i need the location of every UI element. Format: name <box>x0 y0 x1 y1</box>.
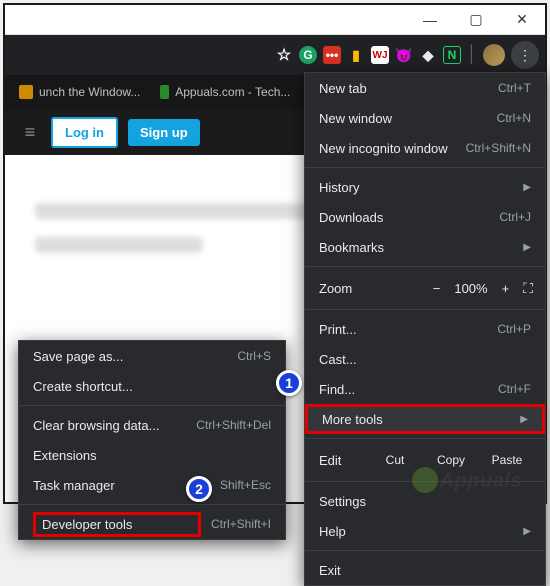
menu-new-incognito[interactable]: New incognito window Ctrl+Shift+N <box>305 133 545 163</box>
zoom-out-button[interactable]: − <box>433 281 441 296</box>
tab-title: Appuals.com - Tech... <box>175 85 290 99</box>
annotation-badge-1: 1 <box>276 370 302 396</box>
extension-icon-emoji[interactable]: 😈 <box>395 46 413 64</box>
tab-1[interactable]: unch the Window... <box>9 78 150 106</box>
menu-exit[interactable]: Exit <box>305 555 545 585</box>
menu-more-tools[interactable]: More tools ▶ <box>305 404 545 434</box>
submenu-arrow-icon: ▶ <box>523 526 531 537</box>
annotation-badge-2: 2 <box>186 476 212 502</box>
tab-title: unch the Window... <box>39 85 140 99</box>
submenu-create-shortcut[interactable]: Create shortcut... <box>19 371 285 401</box>
profile-avatar[interactable] <box>483 44 505 66</box>
watermark-logo-icon <box>412 467 438 493</box>
zoom-value: 100% <box>454 281 487 296</box>
login-button[interactable]: Log in <box>51 117 118 148</box>
menu-new-tab[interactable]: New tab Ctrl+T <box>305 73 545 103</box>
signup-button[interactable]: Sign up <box>128 119 200 146</box>
menu-history[interactable]: History ▶ <box>305 172 545 202</box>
submenu-developer-tools[interactable]: Developer tools Ctrl+Shift+I <box>19 509 285 539</box>
favicon-icon <box>160 85 169 99</box>
submenu-arrow-icon: ▶ <box>523 242 531 253</box>
hamburger-icon[interactable]: ≡ <box>19 121 41 143</box>
watermark: Appuals <box>412 461 522 493</box>
submenu-arrow-icon: ▶ <box>520 414 528 425</box>
minimize-button[interactable]: — <box>407 5 453 35</box>
more-tools-submenu: Save page as... Ctrl+S Create shortcut..… <box>18 340 286 540</box>
menu-zoom-row: Zoom − 100% + ⛶ <box>305 271 545 305</box>
fullscreen-icon[interactable]: ⛶ <box>523 280 531 297</box>
extension-icon-generic-1[interactable]: ▮ <box>347 46 365 64</box>
browser-toolbar: ☆ G ••• ▮ WJ 😈 ◆ N │ ⋮ <box>5 35 545 75</box>
menu-cast[interactable]: Cast... <box>305 344 545 374</box>
menu-print[interactable]: Print... Ctrl+P <box>305 314 545 344</box>
zoom-in-button[interactable]: + <box>502 281 510 296</box>
favicon-icon <box>19 85 33 99</box>
menu-help[interactable]: Help ▶ <box>305 516 545 546</box>
tab-2[interactable]: Appuals.com - Tech... <box>150 78 300 106</box>
menu-downloads[interactable]: Downloads Ctrl+J <box>305 202 545 232</box>
chrome-menu-button[interactable]: ⋮ <box>511 41 539 69</box>
submenu-arrow-icon: ▶ <box>523 182 531 193</box>
chrome-main-menu: New tab Ctrl+T New window Ctrl+N New inc… <box>304 72 546 586</box>
submenu-task-manager[interactable]: Task manager Shift+Esc <box>19 470 285 500</box>
submenu-extensions[interactable]: Extensions <box>19 440 285 470</box>
menu-bookmarks[interactable]: Bookmarks ▶ <box>305 232 545 262</box>
menu-new-window[interactable]: New window Ctrl+N <box>305 103 545 133</box>
menu-find[interactable]: Find... Ctrl+F <box>305 374 545 404</box>
extension-icon-lastpass[interactable]: ••• <box>323 46 341 64</box>
window-titlebar: — ▢ ✕ <box>5 5 545 35</box>
extension-icon-diamond[interactable]: ◆ <box>419 46 437 64</box>
submenu-clear-browsing-data[interactable]: Clear browsing data... Ctrl+Shift+Del <box>19 410 285 440</box>
extension-icon-grammarly[interactable]: G <box>299 46 317 64</box>
submenu-save-page[interactable]: Save page as... Ctrl+S <box>19 341 285 371</box>
extension-icon-wj[interactable]: WJ <box>371 46 389 64</box>
bookmark-star-icon[interactable]: ☆ <box>275 46 293 64</box>
close-button[interactable]: ✕ <box>499 5 545 35</box>
maximize-button[interactable]: ▢ <box>453 5 499 35</box>
extension-icon-n[interactable]: N <box>443 46 461 64</box>
